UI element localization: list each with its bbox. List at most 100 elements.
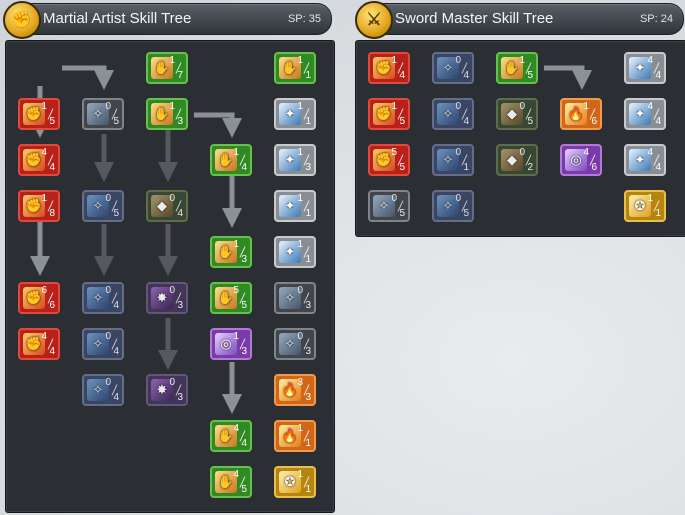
skill-max-level: 5 xyxy=(241,484,247,495)
skill-max-level: 3 xyxy=(241,254,247,265)
skill-slot-ma-r8c4[interactable]: ✋ 4 4 xyxy=(210,420,252,452)
skill-slot-ma-r3c1[interactable]: ✊ 1 8 xyxy=(18,190,60,222)
skill-max-level: 2 xyxy=(527,162,533,173)
skill-max-level: 6 xyxy=(591,116,597,127)
skill-slot-sm-r1c5[interactable]: ✦ 4 4 xyxy=(624,98,666,130)
skill-slot-ma-r1c1[interactable]: ✊ 1 5 xyxy=(18,98,60,130)
skill-slot-sm-r1c1[interactable]: ✊ 1 5 xyxy=(368,98,410,130)
skill-current-level: 0 xyxy=(105,193,111,204)
skill-current-level: 1 xyxy=(391,55,397,66)
skill-max-level: 7 xyxy=(177,70,183,81)
skill-max-level: 5 xyxy=(463,208,469,219)
skill-current-level: 1 xyxy=(233,239,239,250)
skill-current-level: 1 xyxy=(391,101,397,112)
skill-current-level: 3 xyxy=(297,377,303,388)
skill-slot-sm-r2c3[interactable]: ◆ 0 2 xyxy=(496,144,538,176)
skill-slot-sm-r0c1[interactable]: ✊ 1 4 xyxy=(368,52,410,84)
skill-slot-sm-r0c2[interactable]: ✧ 0 4 xyxy=(432,52,474,84)
skill-current-level: 0 xyxy=(519,147,525,158)
skill-current-level: 4 xyxy=(233,423,239,434)
skill-slot-ma-r2c1[interactable]: ✊ 4 4 xyxy=(18,144,60,176)
skill-slot-ma-r7c3[interactable]: ✸ 0 3 xyxy=(146,374,188,406)
skill-slot-sm-r2c5[interactable]: ✦ 4 4 xyxy=(624,144,666,176)
skill-max-level: 3 xyxy=(241,346,247,357)
skill-max-level: 1 xyxy=(305,116,311,127)
skill-tree-arrows xyxy=(30,65,592,414)
skill-slot-sm-r3c5[interactable]: ✪ 1 1 xyxy=(624,190,666,222)
skill-max-level: 1 xyxy=(463,162,469,173)
skill-current-level: 4 xyxy=(233,469,239,480)
skill-slot-ma-r9c5[interactable]: ✪ 1 1 xyxy=(274,466,316,498)
skill-slot-sm-r3c2[interactable]: ✧ 0 5 xyxy=(432,190,474,222)
skill-slot-ma-r6c4[interactable]: ◎ 1 3 xyxy=(210,328,252,360)
skill-slot-sm-r2c2[interactable]: ✧ 0 1 xyxy=(432,144,474,176)
skill-slot-ma-r5c5[interactable]: ✧ 0 3 xyxy=(274,282,316,314)
skill-slot-ma-r9c4[interactable]: ✋ 4 5 xyxy=(210,466,252,498)
skill-slot-ma-r5c2[interactable]: ✧ 0 4 xyxy=(82,282,124,314)
skill-slot-ma-r7c2[interactable]: ✧ 0 4 xyxy=(82,374,124,406)
skill-slot-ma-r6c2[interactable]: ✧ 0 4 xyxy=(82,328,124,360)
skill-current-level: 0 xyxy=(297,285,303,296)
skill-max-level: 1 xyxy=(305,254,311,265)
skill-slot-sm-r3c1[interactable]: ✧ 0 5 xyxy=(368,190,410,222)
skill-slot-sm-r1c3[interactable]: ◆ 0 5 xyxy=(496,98,538,130)
skill-slot-sm-r2c4[interactable]: ◎ 4 6 xyxy=(560,144,602,176)
skill-max-level: 5 xyxy=(527,116,533,127)
skill-slot-ma-r1c2[interactable]: ✧ 0 5 xyxy=(82,98,124,130)
skill-slot-sm-r1c4[interactable]: 🔥 1 6 xyxy=(560,98,602,130)
skill-current-level: 0 xyxy=(105,101,111,112)
skill-max-level: 3 xyxy=(305,300,311,311)
skill-current-level: 4 xyxy=(647,55,653,66)
skill-slot-sm-r1c2[interactable]: ✧ 0 4 xyxy=(432,98,474,130)
skill-max-level: 5 xyxy=(113,116,119,127)
skill-slot-ma-r4c4[interactable]: ✋ 1 3 xyxy=(210,236,252,268)
skill-slot-ma-r4c5[interactable]: ✦ 1 1 xyxy=(274,236,316,268)
skill-max-level: 5 xyxy=(49,116,55,127)
skill-slot-ma-r8c5[interactable]: 🔥 1 1 xyxy=(274,420,316,452)
skill-current-level: 1 xyxy=(297,101,303,112)
skill-current-level: 0 xyxy=(169,193,175,204)
skill-slot-ma-r5c4[interactable]: ✋ 5 5 xyxy=(210,282,252,314)
skill-current-level: 1 xyxy=(233,147,239,158)
skill-slot-ma-r3c5[interactable]: ✦ 1 1 xyxy=(274,190,316,222)
skill-current-level: 4 xyxy=(583,147,589,158)
skill-slot-sm-r0c5[interactable]: ✦ 4 4 xyxy=(624,52,666,84)
skill-max-level: 6 xyxy=(591,162,597,173)
skill-max-level: 1 xyxy=(655,208,661,219)
skill-current-level: 5 xyxy=(233,285,239,296)
skill-slot-ma-r3c3[interactable]: ◆ 0 4 xyxy=(146,190,188,222)
skill-current-level: 1 xyxy=(297,423,303,434)
skill-current-level: 1 xyxy=(297,147,303,158)
skill-slot-ma-r6c5[interactable]: ✧ 0 3 xyxy=(274,328,316,360)
skill-current-level: 1 xyxy=(297,239,303,250)
skill-slot-ma-r0c5[interactable]: ✋ 1 1 xyxy=(274,52,316,84)
skill-slot-ma-r3c2[interactable]: ✧ 0 5 xyxy=(82,190,124,222)
skill-slot-ma-r2c4[interactable]: ✋ 1 4 xyxy=(210,144,252,176)
skill-max-level: 4 xyxy=(113,392,119,403)
skill-max-level: 4 xyxy=(655,162,661,173)
skill-max-level: 5 xyxy=(399,208,405,219)
skill-slot-ma-r5c3[interactable]: ✸ 0 3 xyxy=(146,282,188,314)
skill-slot-ma-r5c1[interactable]: ✊ 6 6 xyxy=(18,282,60,314)
skill-slot-sm-r0c3[interactable]: ✋ 1 5 xyxy=(496,52,538,84)
skill-max-level: 3 xyxy=(177,116,183,127)
skill-max-level: 5 xyxy=(113,208,119,219)
skill-slot-ma-r6c1[interactable]: ✊ 4 4 xyxy=(18,328,60,360)
skill-current-level: 0 xyxy=(455,101,461,112)
skill-current-level: 1 xyxy=(169,55,175,66)
skill-max-level: 3 xyxy=(177,392,183,403)
skill-slot-ma-r1c5[interactable]: ✦ 1 1 xyxy=(274,98,316,130)
skill-slot-ma-r0c3[interactable]: ✋ 1 7 xyxy=(146,52,188,84)
skill-max-level: 4 xyxy=(463,70,469,81)
skill-slot-ma-r1c3[interactable]: ✋ 1 3 xyxy=(146,98,188,130)
skill-current-level: 1 xyxy=(297,193,303,204)
skill-slot-sm-r2c1[interactable]: ✊ 5 5 xyxy=(368,144,410,176)
skill-max-level: 1 xyxy=(305,70,311,81)
skill-max-level: 3 xyxy=(305,392,311,403)
skill-slot-ma-r2c5[interactable]: ✦ 1 3 xyxy=(274,144,316,176)
skill-current-level: 4 xyxy=(647,101,653,112)
skill-current-level: 1 xyxy=(647,193,653,204)
skill-slot-ma-r7c5[interactable]: 🔥 3 3 xyxy=(274,374,316,406)
skill-max-level: 4 xyxy=(113,300,119,311)
skill-current-level: 1 xyxy=(41,193,47,204)
